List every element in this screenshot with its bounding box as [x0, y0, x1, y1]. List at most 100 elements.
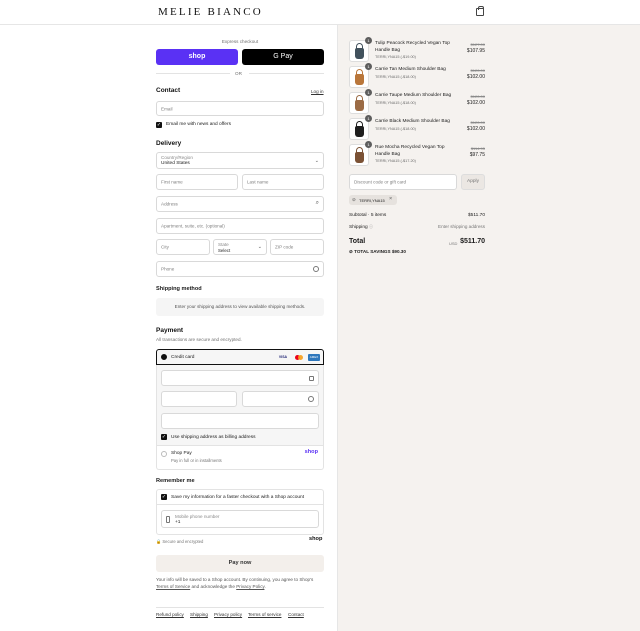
shop-pay-subtitle: Pay in full or in installments: [171, 458, 222, 463]
product-discount-tag: TERRI,YNA15 (-$17.20): [375, 159, 416, 163]
first-name-placeholder: First name: [161, 179, 183, 185]
name-on-card-field[interactable]: [161, 413, 319, 429]
shipping-label: Shipping ⓘ: [349, 224, 373, 230]
credit-card-radio[interactable]: [161, 354, 167, 360]
help-icon[interactable]: ⓘ: [369, 224, 373, 229]
state-select[interactable]: State Select ⌄: [213, 239, 267, 255]
product-discount-tag: TERRI,YNA15 (-$19.00): [375, 55, 416, 59]
original-price: $114.95: [470, 146, 485, 151]
newsletter-checkbox[interactable]: ✓: [156, 122, 162, 128]
login-link[interactable]: Log in: [311, 89, 324, 94]
address-field[interactable]: Address ⌕: [156, 196, 324, 212]
footer-divider: [156, 607, 324, 608]
state-label: State: [218, 242, 229, 247]
apartment-field[interactable]: Apartment, suite, etc. (optional): [156, 218, 324, 234]
remember-me-heading: Remember me: [156, 478, 195, 484]
terms-of-service-link[interactable]: Terms of Service: [156, 584, 190, 589]
discount-placeholder: Discount code or gift card: [354, 179, 407, 185]
terms-connector: and acknowledge the: [191, 583, 235, 589]
shipping-label-text: Shipping: [349, 225, 368, 230]
handbag-image: [355, 152, 364, 163]
discounted-price: $102.00: [466, 74, 485, 80]
discount-code-field[interactable]: Discount code or gift card: [349, 174, 457, 190]
shop-pay-label: Shop Pay: [171, 451, 192, 456]
email-field[interactable]: Email: [156, 101, 324, 116]
total-value: $511.70: [460, 238, 485, 245]
terms-text: Your info will be saved to a Shop accoun…: [156, 577, 326, 590]
original-price: $120.00: [470, 68, 485, 73]
original-price: $127.00: [470, 42, 485, 47]
store-logo[interactable]: MELIE BIANCO: [158, 6, 263, 18]
zip-field[interactable]: ZIP code: [270, 239, 324, 255]
state-value: Select: [218, 248, 231, 253]
shop-pay-button[interactable]: shop: [156, 49, 238, 65]
shipping-method-heading: Shipping method: [156, 286, 202, 292]
shopping-bag-icon[interactable]: [476, 6, 484, 16]
mastercard-icon: [293, 354, 305, 361]
country-label: Country/Region: [161, 155, 193, 160]
product-name: Carrie Black Medium Shoulder Bag: [375, 119, 450, 124]
last-name-placeholder: Last name: [247, 179, 269, 185]
newsletter-label: Email me with news and offers: [166, 122, 231, 127]
secure-text: Secure and encrypted: [162, 539, 204, 544]
shop-logo: shop: [309, 536, 323, 542]
original-price: $120.00: [470, 120, 485, 125]
close-icon[interactable]: ×: [389, 196, 392, 202]
city-field[interactable]: City: [156, 239, 210, 255]
footer-terms-of-service[interactable]: Terms of service: [248, 612, 281, 617]
quantity-badge: 1: [365, 89, 372, 96]
lock-icon: [309, 376, 314, 381]
footer-refund-policy[interactable]: Refund policy: [156, 612, 184, 617]
quantity-badge: 1: [365, 37, 372, 44]
google-pay-button[interactable]: G Pay: [242, 49, 324, 65]
discounted-price: $102.00: [466, 100, 485, 106]
total-label: Total: [349, 238, 366, 245]
card-number-field[interactable]: [161, 370, 319, 386]
credit-card-option[interactable]: Credit card VISA AMEX: [156, 349, 324, 365]
shop-pay-logo: shop: [304, 449, 318, 455]
mobile-phone-field[interactable]: Mobile phone number +1: [161, 510, 319, 528]
help-icon[interactable]: [313, 266, 319, 272]
shop-pay-radio[interactable]: [161, 451, 167, 457]
save-info-checkbox[interactable]: ✓: [161, 494, 167, 500]
expiration-field[interactable]: [161, 391, 237, 407]
amex-icon: AMEX: [308, 354, 320, 361]
mobile-value: +1: [175, 520, 181, 525]
address-placeholder: Address: [161, 201, 178, 207]
divider-left: [156, 73, 230, 74]
or-separator: OR: [235, 71, 242, 76]
city-placeholder: City: [161, 244, 169, 250]
total-savings: ⊘ TOTAL SAVINGS $90.30: [349, 249, 406, 255]
country-select[interactable]: Country/Region United States ⌄: [156, 152, 324, 169]
phone-field[interactable]: Phone: [156, 261, 324, 277]
footer-contact[interactable]: Contact: [288, 612, 304, 617]
phone-placeholder: Phone: [161, 266, 175, 272]
product-discount-tag: TERRI,YNA15 (-$18.00): [375, 74, 416, 79]
billing-same-checkbox[interactable]: ✓: [161, 434, 167, 440]
applied-discount-tag: ⊘ TERRI,YNA15 ×: [349, 195, 397, 205]
handbag-image: [355, 74, 364, 85]
last-name-field[interactable]: Last name: [242, 174, 324, 190]
help-icon[interactable]: [308, 396, 314, 402]
footer-privacy-policy[interactable]: Privacy policy: [214, 612, 242, 617]
shop-pay-option[interactable]: Shop Pay Pay in full or in installments …: [156, 446, 324, 470]
order-summary-panel: [337, 25, 640, 631]
quantity-badge: 1: [365, 63, 372, 70]
apply-button[interactable]: Apply: [461, 174, 485, 190]
privacy-policy-link[interactable]: Privacy Policy: [236, 584, 264, 589]
discounted-price: $107.95: [466, 48, 485, 54]
quantity-badge: 1: [365, 115, 372, 122]
terms-line: Your info will be saved to a Shop accoun…: [156, 577, 314, 582]
first-name-field[interactable]: First name: [156, 174, 238, 190]
product-name: Carrie Taupe Medium Shoulder Bag: [375, 93, 452, 98]
footer-shipping[interactable]: Shipping: [190, 612, 208, 617]
product-discount-tag: TERRI,YNA15 (-$18.00): [375, 100, 416, 105]
handbag-image: [355, 100, 364, 111]
save-info-label: Save my information for a faster checkou…: [171, 495, 305, 500]
country-value: United States: [161, 161, 190, 166]
quantity-badge: 1: [365, 141, 372, 148]
applied-code: TERRI,YNA15: [359, 198, 385, 203]
pay-now-button[interactable]: Pay now: [156, 555, 324, 572]
savings-label: TOTAL SAVINGS: [354, 249, 391, 254]
security-code-field[interactable]: [242, 391, 319, 407]
